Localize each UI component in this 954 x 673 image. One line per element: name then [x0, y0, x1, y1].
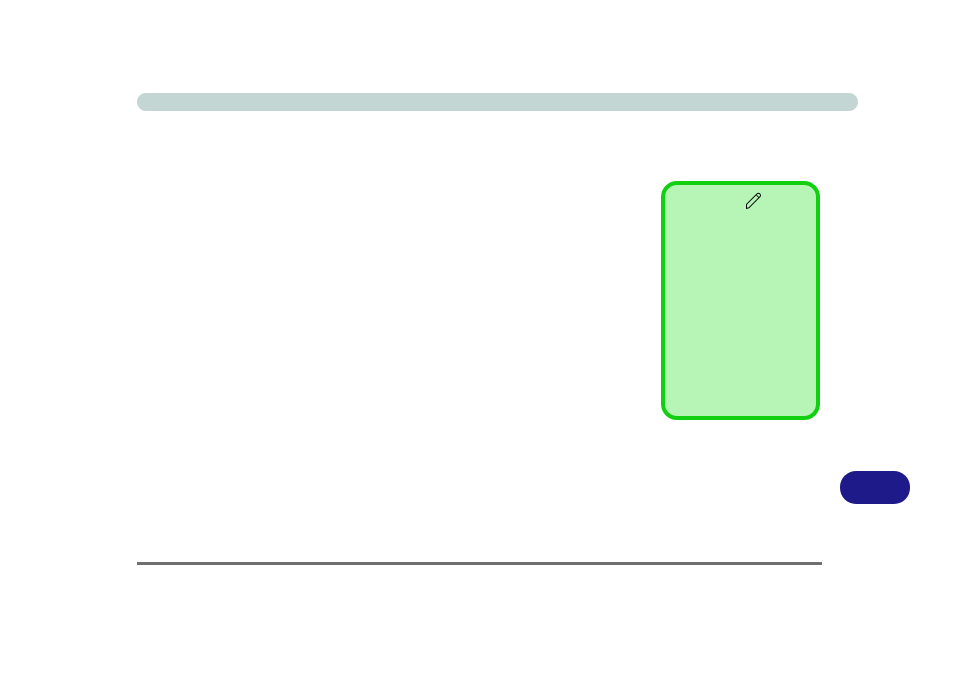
highlight-card[interactable]: [661, 181, 820, 420]
action-button[interactable]: [840, 471, 910, 504]
divider-line: [137, 562, 822, 565]
pen-icon: [744, 191, 764, 211]
progress-bar: [137, 93, 858, 111]
